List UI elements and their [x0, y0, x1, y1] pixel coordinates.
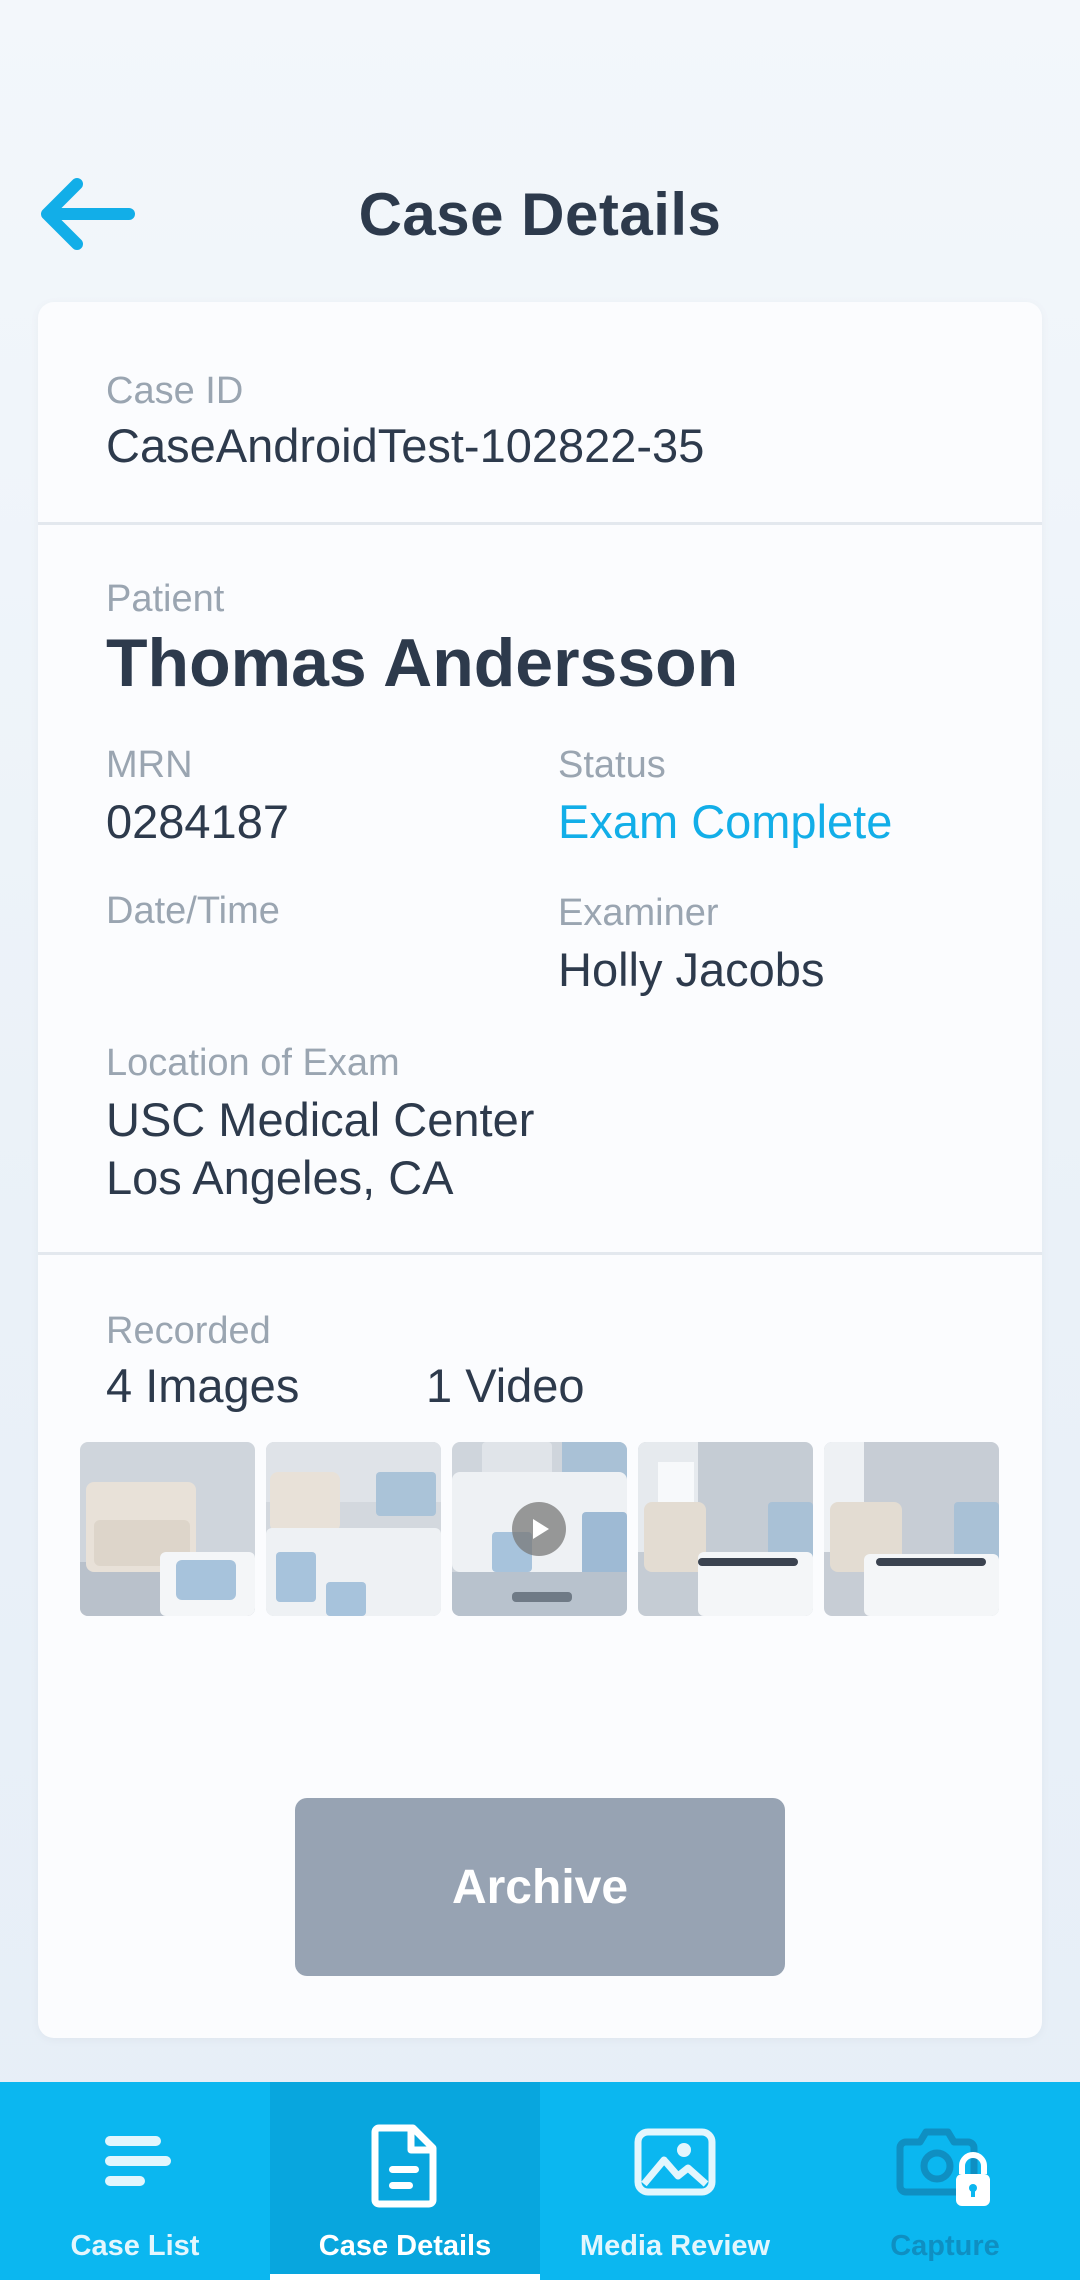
camera-lock-icon [896, 2128, 990, 2206]
header-bar: Case Details [0, 150, 1080, 280]
media-thumbnail-video[interactable] [452, 1442, 627, 1616]
divider [38, 522, 1042, 525]
case-details-card: Case ID CaseAndroidTest-102822-35 Patien… [38, 302, 1042, 2038]
case-id-label: Case ID [106, 370, 244, 412]
mrn-value: 0284187 [106, 795, 289, 848]
status-value: Exam Complete [558, 795, 893, 848]
image-icon [634, 2128, 716, 2196]
list-icon [105, 2136, 171, 2186]
media-thumbnails [80, 1442, 1002, 1618]
status-label: Status [558, 744, 666, 786]
tab-label: Capture [890, 2230, 1000, 2262]
recorded-label: Recorded [106, 1310, 271, 1352]
location-label: Location of Exam [106, 1042, 400, 1084]
divider [38, 1252, 1042, 1255]
examiner-label: Examiner [558, 892, 719, 934]
examiner-value: Holly Jacobs [558, 943, 825, 996]
media-thumbnail[interactable] [80, 1442, 255, 1616]
patient-name: Thomas Andersson [106, 625, 739, 701]
tab-label: Media Review [579, 2230, 771, 2262]
bottom-tab-bar: Case List Case Details Media Review Capt… [0, 2082, 1080, 2280]
tab-label: Case List [70, 2230, 200, 2262]
media-thumbnail[interactable] [638, 1442, 813, 1616]
media-thumbnail[interactable] [266, 1442, 441, 1616]
patient-label: Patient [106, 578, 225, 620]
location-line1: USC Medical Center [106, 1093, 535, 1146]
active-tab-indicator [270, 2274, 540, 2280]
datetime-label: Date/Time [106, 890, 280, 932]
tab-case-list[interactable]: Case List [0, 2082, 270, 2280]
media-thumbnail[interactable] [824, 1442, 999, 1616]
tab-label: Case Details [318, 2230, 492, 2262]
archive-button[interactable]: Archive [295, 1798, 785, 1976]
page-title: Case Details [358, 181, 722, 248]
tab-case-details[interactable]: Case Details [270, 2082, 540, 2280]
mrn-label: MRN [106, 744, 193, 786]
document-icon [371, 2124, 437, 2208]
images-count: 4 Images [106, 1359, 300, 1412]
case-id-value: CaseAndroidTest-102822-35 [106, 419, 705, 472]
tab-media-review[interactable]: Media Review [540, 2082, 810, 2280]
play-icon [512, 1502, 566, 1556]
video-count: 1 Video [426, 1359, 585, 1412]
location-line2: Los Angeles, CA [106, 1151, 454, 1204]
tab-capture[interactable]: Capture [810, 2082, 1080, 2280]
